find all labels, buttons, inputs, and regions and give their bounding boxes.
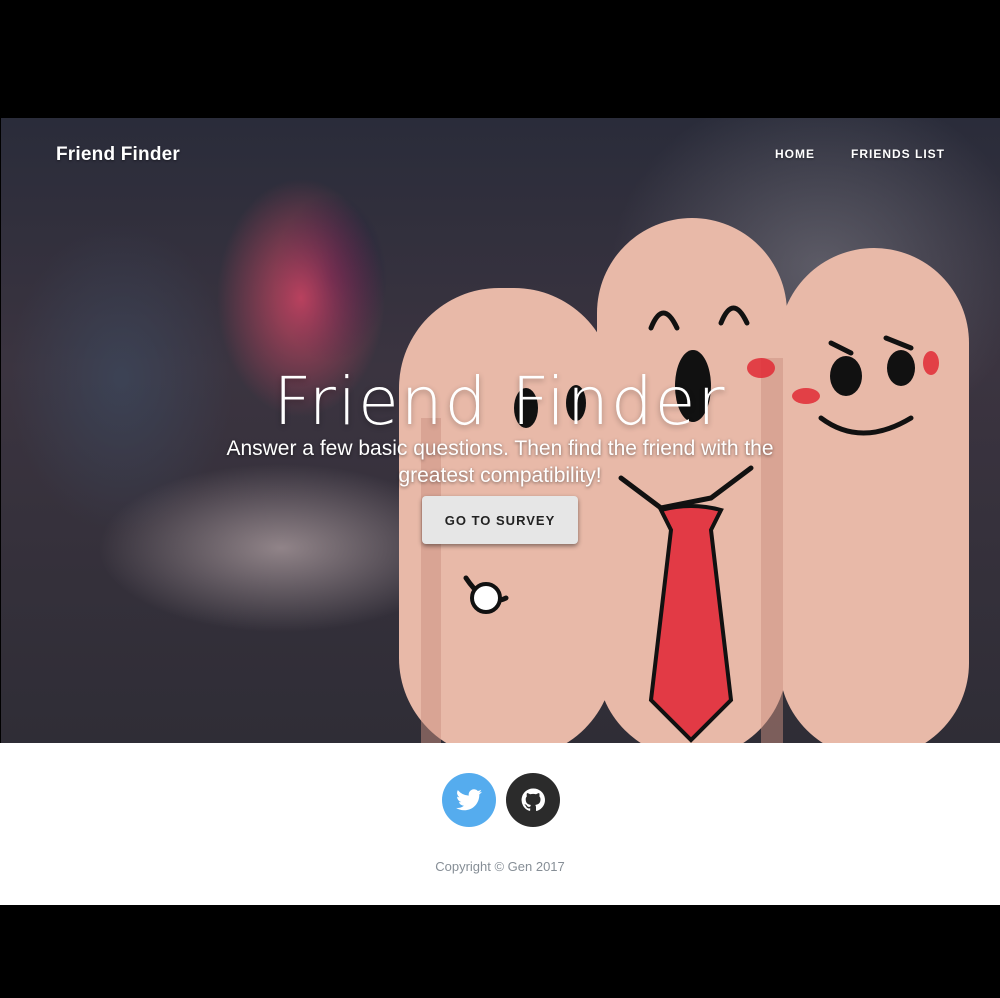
brand-logo[interactable]: Friend Finder (56, 144, 180, 166)
twitter-link[interactable] (442, 773, 496, 827)
twitter-icon (456, 789, 482, 811)
nav-link-home[interactable]: HOME (775, 147, 815, 161)
github-icon (521, 788, 545, 812)
hero-title: Friend Finder (273, 363, 727, 441)
hero-subtitle: Answer a few basic questions. Then find … (226, 437, 774, 487)
letterbox-bottom (0, 905, 1000, 998)
go-to-survey-button[interactable]: GO TO SURVEY (422, 496, 578, 544)
social-links (442, 773, 560, 827)
main-nav: HOME FRIENDS LIST (775, 147, 945, 161)
letterbox-top (0, 0, 1000, 118)
nav-link-friends-list[interactable]: FRIENDS LIST (851, 147, 945, 161)
copyright-text: Copyright © Gen 2017 (435, 859, 565, 874)
github-link[interactable] (506, 773, 560, 827)
